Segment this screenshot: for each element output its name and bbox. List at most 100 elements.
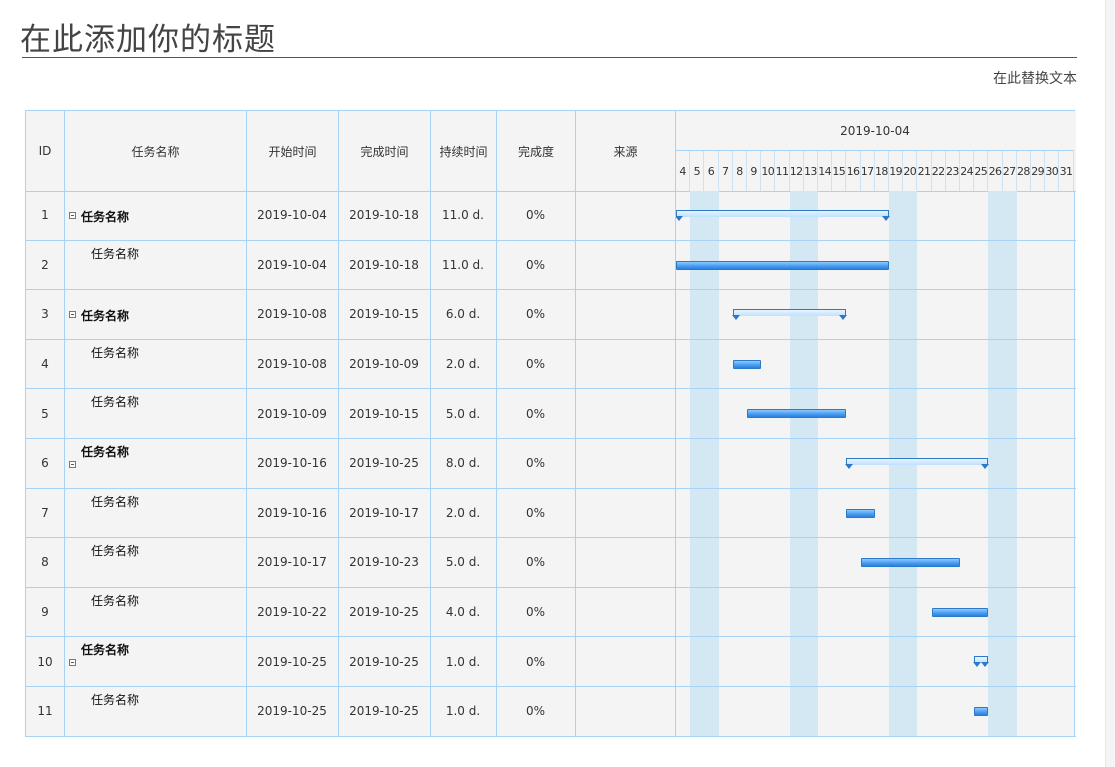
task-start-date[interactable]: 2019-10-04 xyxy=(246,191,338,240)
task-end-date[interactable]: 2019-10-18 xyxy=(338,241,430,290)
summary-task-name[interactable]: 任务名称 xyxy=(81,443,129,460)
table-row[interactable]: 3 2019-10-08 2019-10-15 6.0 d. 0% 任务名称 xyxy=(26,290,1076,340)
collapse-icon[interactable] xyxy=(69,461,76,468)
task-name[interactable]: 任务名称 xyxy=(91,344,139,361)
task-name[interactable]: 任务名称 xyxy=(91,245,139,262)
summary-task-name[interactable]: 任务名称 xyxy=(81,208,129,225)
task-start-date[interactable]: 2019-10-25 xyxy=(246,687,338,736)
collapse-icon[interactable] xyxy=(69,212,76,219)
column-header-name[interactable]: 任务名称 xyxy=(65,111,247,191)
task-end-date[interactable]: 2019-10-25 xyxy=(338,687,430,736)
collapse-icon[interactable] xyxy=(69,659,76,667)
task-duration[interactable]: 5.0 d. xyxy=(430,538,496,587)
task-start-date[interactable]: 2019-10-08 xyxy=(246,340,338,389)
task-source[interactable] xyxy=(575,290,675,339)
table-row[interactable]: 11 2019-10-25 2019-10-25 1.0 d. 0% 任务名称 xyxy=(26,687,1076,737)
task-start-date[interactable]: 2019-10-16 xyxy=(246,489,338,538)
task-source[interactable] xyxy=(575,538,675,587)
task-start-date[interactable]: 2019-10-22 xyxy=(246,588,338,637)
task-start-date[interactable]: 2019-10-25 xyxy=(246,637,338,686)
task-bar[interactable] xyxy=(676,260,889,270)
task-source[interactable] xyxy=(575,637,675,686)
task-duration[interactable]: 1.0 d. xyxy=(430,687,496,736)
task-name[interactable]: 任务名称 xyxy=(91,592,139,609)
task-duration[interactable]: 2.0 d. xyxy=(430,489,496,538)
task-progress[interactable]: 0% xyxy=(496,687,575,736)
column-header-end[interactable]: 完成时间 xyxy=(339,111,431,191)
table-row[interactable]: 6 2019-10-16 2019-10-25 8.0 d. 0% 任务名称 xyxy=(26,439,1076,489)
task-start-date[interactable]: 2019-10-16 xyxy=(246,439,338,488)
table-row[interactable]: 1 2019-10-04 2019-10-18 11.0 d. 0% 任务名称 xyxy=(26,191,1076,241)
task-start-date[interactable]: 2019-10-04 xyxy=(246,241,338,290)
task-progress[interactable]: 0% xyxy=(496,637,575,686)
task-duration[interactable]: 4.0 d. xyxy=(430,588,496,637)
task-progress[interactable]: 0% xyxy=(496,340,575,389)
task-start-date[interactable]: 2019-10-17 xyxy=(246,538,338,587)
table-row[interactable]: 4 2019-10-08 2019-10-09 2.0 d. 0% 任务名称 xyxy=(26,340,1076,390)
task-source[interactable] xyxy=(575,340,675,389)
task-start-date[interactable]: 2019-10-09 xyxy=(246,389,338,438)
task-source[interactable] xyxy=(575,241,675,290)
table-row[interactable]: 7 2019-10-16 2019-10-17 2.0 d. 0% 任务名称 xyxy=(26,489,1076,539)
table-row[interactable]: 5 2019-10-09 2019-10-15 5.0 d. 0% 任务名称 xyxy=(26,389,1076,439)
task-name[interactable]: 任务名称 xyxy=(91,542,139,559)
summary-bar[interactable] xyxy=(973,656,990,668)
task-source[interactable] xyxy=(575,439,675,488)
task-end-date[interactable]: 2019-10-25 xyxy=(338,588,430,637)
task-source[interactable] xyxy=(575,588,675,637)
task-progress[interactable]: 0% xyxy=(496,588,575,637)
summary-bar[interactable] xyxy=(731,309,847,321)
task-name[interactable]: 任务名称 xyxy=(91,393,139,410)
task-bar[interactable] xyxy=(974,707,989,716)
summary-bar[interactable] xyxy=(675,210,890,221)
task-name[interactable]: 任务名称 xyxy=(91,691,139,708)
task-end-date[interactable]: 2019-10-25 xyxy=(338,637,430,686)
task-source[interactable] xyxy=(575,389,675,438)
task-progress[interactable]: 0% xyxy=(496,439,575,488)
summary-task-name[interactable]: 任务名称 xyxy=(81,307,129,324)
column-header-progress[interactable]: 完成度 xyxy=(497,111,576,191)
task-end-date[interactable]: 2019-10-25 xyxy=(338,439,430,488)
table-row[interactable]: 9 2019-10-22 2019-10-25 4.0 d. 0% 任务名称 xyxy=(26,588,1076,638)
table-row[interactable]: 8 2019-10-17 2019-10-23 5.0 d. 0% 任务名称 xyxy=(26,538,1076,588)
task-progress[interactable]: 0% xyxy=(496,191,575,240)
summary-bar[interactable] xyxy=(845,458,990,469)
task-end-date[interactable]: 2019-10-18 xyxy=(338,191,430,240)
task-end-date[interactable]: 2019-10-09 xyxy=(338,340,430,389)
scrollbar-track[interactable] xyxy=(1105,0,1115,767)
task-name[interactable]: 任务名称 xyxy=(91,493,139,510)
task-bar[interactable] xyxy=(747,409,847,419)
task-progress[interactable]: 0% xyxy=(496,538,575,587)
task-duration[interactable]: 1.0 d. xyxy=(430,637,496,686)
column-header-start[interactable]: 开始时间 xyxy=(247,111,339,191)
task-duration[interactable]: 5.0 d. xyxy=(430,389,496,438)
task-progress[interactable]: 0% xyxy=(496,241,575,290)
task-duration[interactable]: 11.0 d. xyxy=(430,191,496,240)
task-progress[interactable]: 0% xyxy=(496,389,575,438)
task-duration[interactable]: 8.0 d. xyxy=(430,439,496,488)
task-bar[interactable] xyxy=(931,607,989,617)
task-bar[interactable] xyxy=(732,359,762,369)
task-source[interactable] xyxy=(575,489,675,538)
table-row[interactable]: 2 2019-10-04 2019-10-18 11.0 d. 0% 任务名称 xyxy=(26,241,1076,291)
task-source[interactable] xyxy=(575,687,675,736)
task-bar[interactable] xyxy=(846,508,875,518)
column-header-duration[interactable]: 持续时间 xyxy=(431,111,497,191)
task-progress[interactable]: 0% xyxy=(496,489,575,538)
task-duration[interactable]: 2.0 d. xyxy=(430,340,496,389)
collapse-icon[interactable] xyxy=(69,311,76,319)
task-end-date[interactable]: 2019-10-17 xyxy=(338,489,430,538)
task-end-date[interactable]: 2019-10-15 xyxy=(338,389,430,438)
task-start-date[interactable]: 2019-10-08 xyxy=(246,290,338,339)
task-bar[interactable] xyxy=(860,558,960,568)
task-end-date[interactable]: 2019-10-15 xyxy=(338,290,430,339)
task-duration[interactable]: 11.0 d. xyxy=(430,241,496,290)
column-header-id[interactable]: ID xyxy=(26,111,65,191)
task-end-date[interactable]: 2019-10-23 xyxy=(338,538,430,587)
task-source[interactable] xyxy=(575,191,675,240)
task-progress[interactable]: 0% xyxy=(496,290,575,339)
column-header-source[interactable]: 来源 xyxy=(576,111,676,191)
task-duration[interactable]: 6.0 d. xyxy=(430,290,496,339)
summary-task-name[interactable]: 任务名称 xyxy=(81,641,129,658)
table-row[interactable]: 10 2019-10-25 2019-10-25 1.0 d. 0% 任务名称 xyxy=(26,637,1076,687)
